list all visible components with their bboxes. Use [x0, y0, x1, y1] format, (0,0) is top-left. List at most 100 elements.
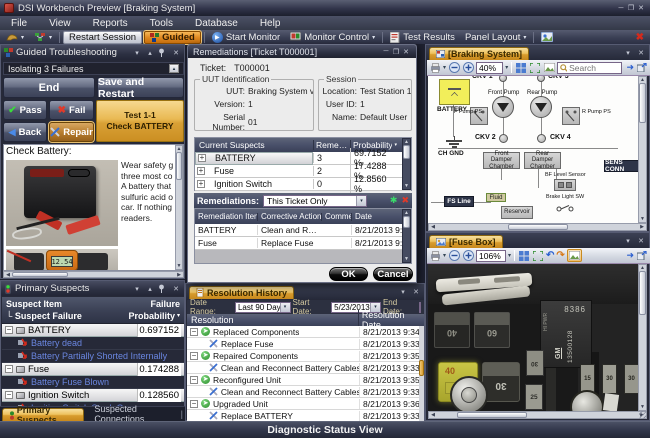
menu-tools[interactable]: Tools [139, 16, 184, 30]
monitor-control-button[interactable]: Monitor Control ▾ [286, 31, 379, 44]
highlight-mode-button[interactable] [567, 249, 582, 262]
panel-menu-icon[interactable]: ▾ [132, 285, 142, 293]
close-toolbar-icon[interactable]: ✖ [636, 32, 644, 43]
export-icon[interactable] [636, 250, 648, 261]
close-icon[interactable]: ✕ [401, 48, 411, 56]
resolution-child-row[interactable]: Clean and Reconnect Battery Cables 8/21/… [187, 386, 424, 398]
panel-layout-button[interactable]: Panel Layout ▾ [461, 31, 530, 44]
collapse-icon[interactable]: − [5, 326, 13, 334]
panel-close-icon[interactable]: ✕ [411, 288, 421, 296]
remediation-row[interactable]: Fuse Replace Fuse 8/21/2013 9:33... [195, 237, 411, 250]
panel-close-icon[interactable]: ✕ [171, 49, 181, 57]
diagram-node-ckv1[interactable] [499, 76, 507, 82]
add-remediation-icon[interactable]: ✱ [390, 195, 398, 206]
cancel-button[interactable]: Cancel [373, 267, 413, 281]
resize-grip[interactable] [639, 411, 647, 419]
collapse-icon[interactable]: − [5, 391, 13, 399]
panel-collapse-icon[interactable]: ▾ [398, 288, 408, 296]
restart-session-button[interactable]: Restart Session [63, 31, 142, 44]
suspect-failure-row[interactable]: Battery Partially Shorted Internally [2, 350, 184, 363]
resolution-group-row[interactable]: −➤Upgraded Unit 8/21/2013 9:36:21... [187, 398, 424, 410]
chevron-down-icon[interactable]: ▾ [443, 64, 446, 71]
diagram-node-ckv3[interactable] [537, 76, 545, 82]
panel-collapse-icon[interactable]: ▾ [623, 49, 633, 57]
collapse-icon[interactable]: − [190, 376, 198, 384]
diagram-node-bf-level[interactable] [554, 179, 576, 191]
resolution-vscroll[interactable] [419, 326, 424, 421]
collapse-icon[interactable]: − [190, 400, 198, 408]
pin-icon[interactable] [158, 48, 168, 57]
diagram-node-rear-damper[interactable]: Rear Damper Chamber [524, 152, 561, 169]
fit-to-window-icon[interactable] [532, 250, 544, 261]
image-mode-icon[interactable] [543, 62, 555, 73]
session-tool-button[interactable]: ▾ [2, 31, 28, 44]
resolution-header-tab[interactable]: Resolution History [189, 286, 294, 299]
minimize-icon[interactable]: ─ [616, 5, 626, 12]
braking-header-tab[interactable]: [Braking System] [429, 47, 529, 60]
print-icon[interactable] [429, 62, 441, 73]
search-input[interactable] [569, 63, 621, 73]
expand-icon[interactable]: + [197, 180, 205, 188]
maximize-icon[interactable]: ❐ [391, 48, 401, 56]
remediations-vscroll[interactable]: ▲▼ [402, 209, 411, 263]
diagram-node-ch-gnd[interactable] [444, 136, 464, 148]
fit-to-window-icon[interactable] [529, 62, 541, 73]
diagram-node-fs-line[interactable]: FS Line [444, 196, 474, 207]
collapse-icon[interactable]: − [5, 365, 13, 373]
ok-button[interactable]: OK [329, 267, 368, 281]
remediations-title-bar[interactable]: Remediations [Ticket T000001] ─ ❐ ✕ [188, 45, 416, 58]
diagram-tool-button[interactable]: ▾ [30, 31, 56, 44]
diagram-node-ckv2[interactable] [499, 134, 508, 143]
maximize-icon[interactable]: ❐ [626, 4, 636, 12]
grid-view-icon[interactable] [515, 62, 527, 73]
fusebox-header-tab[interactable]: [Fuse Box] [429, 235, 503, 248]
resolution-group-row[interactable]: −➤Reconfigured Unit 8/21/2013 9:35:54... [187, 374, 424, 386]
braking-hscroll[interactable]: ◀▶ [428, 223, 647, 231]
instruction-hscroll[interactable]: ◀▶ [3, 271, 184, 278]
panel-close-icon[interactable]: ✕ [636, 49, 646, 57]
zoom-in-icon[interactable] [462, 250, 474, 261]
chevron-down-icon[interactable]: ▾ [443, 252, 446, 259]
diagram-node-r-pump-ps[interactable] [562, 107, 580, 125]
menu-view[interactable]: View [38, 16, 82, 30]
test-results-button[interactable]: Test Results [386, 31, 459, 44]
chevron-down-icon[interactable]: ▾ [508, 252, 511, 259]
suspect-group-row[interactable]: − BATTERY 0.697152 [2, 324, 184, 337]
fail-button[interactable]: ✖Fail [49, 100, 94, 120]
remediations-header[interactable]: Remediation Item Corrective Action Comme… [195, 209, 411, 224]
schematic-canvas[interactable]: CKV 1 CKV 3 BATTERY Front Pump Rear Pump… [428, 76, 638, 223]
back-button[interactable]: ◀Back [3, 122, 47, 142]
collapse-button[interactable]: ▴ [169, 64, 179, 73]
panel-close-icon[interactable]: ✕ [171, 285, 181, 293]
diagram-node-brake-light[interactable] [554, 201, 578, 219]
grid-view-icon[interactable] [518, 250, 530, 261]
tab-primary-suspects[interactable]: Primary Suspects [2, 408, 84, 421]
suspect-failure-row[interactable]: Battery dead [2, 337, 184, 350]
current-suspects-vscroll[interactable]: ▲▼ [402, 138, 411, 190]
remediation-row[interactable]: BATTERY Clean and Reconnect Battery Cabl… [195, 224, 411, 237]
resolution-column-header[interactable]: Resolution Resolution Date [187, 314, 424, 326]
panel-close-icon[interactable]: ✕ [636, 237, 646, 245]
redo-icon[interactable]: ↷ [556, 250, 564, 261]
diagram-node-front-damper[interactable]: Front Damper Chamber [483, 152, 520, 169]
expand-icon[interactable]: + [197, 167, 205, 175]
date-range-select[interactable]: ▾ [235, 302, 291, 313]
suspect-failure-row[interactable]: Battery Fuse Blown [2, 376, 184, 389]
fusebox-hscroll[interactable]: ◀▶ [428, 411, 647, 419]
instruction-vscroll[interactable]: ▲▼ [175, 145, 183, 270]
panel-collapse-icon[interactable]: ▴ [145, 285, 155, 293]
save-and-restart-button[interactable]: Save and Restart [97, 77, 184, 98]
zoom-in-icon[interactable] [462, 62, 474, 73]
jump-to-icon[interactable]: ➜ [626, 62, 634, 73]
diagram-node-ckv4[interactable] [537, 134, 546, 143]
guided-mode-button[interactable]: Guided [144, 31, 201, 44]
fuse-box-photo[interactable]: 40 60 8386 HI PWR GM 13500128 40 30 [428, 264, 638, 411]
diagram-node-front-pump[interactable] [492, 96, 514, 118]
diagram-node-reservoir[interactable]: Reservoir [501, 206, 533, 219]
diagram-node-sens-conn[interactable]: SENS CONN [604, 160, 638, 172]
zoom-level-input[interactable] [476, 250, 506, 262]
suspect-group-row[interactable]: − Fuse 0.174288 [2, 363, 184, 376]
diagram-node-fluid[interactable]: Fluid [486, 193, 506, 202]
snapshot-button[interactable] [537, 31, 557, 44]
delete-remediation-icon[interactable]: ✖ [401, 195, 409, 206]
